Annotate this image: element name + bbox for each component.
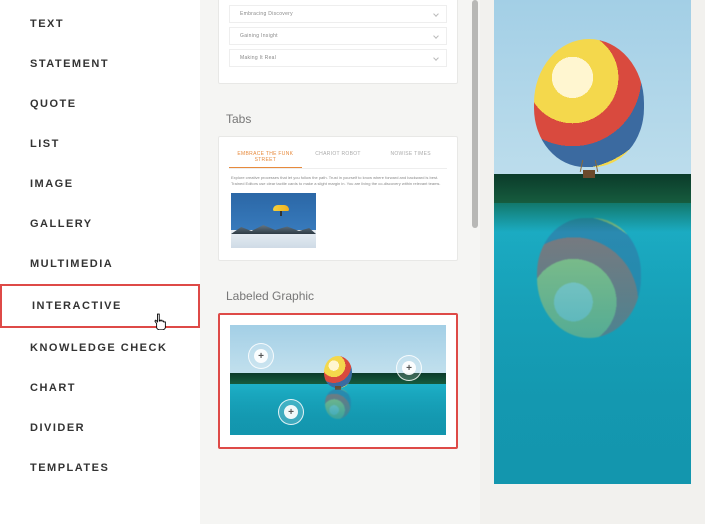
accordion-row: Making It Real (229, 49, 447, 67)
hotspot-marker (278, 399, 304, 425)
preview-hero-image (494, 0, 691, 484)
sidebar-item-chart[interactable]: CHART (0, 368, 200, 408)
sidebar-item-divider[interactable]: DIVIDER (0, 408, 200, 448)
scrollbar-thumb[interactable] (472, 0, 478, 228)
sidebar-item-statement[interactable]: STATEMENT (0, 44, 200, 84)
tab-label: EMBRACE THE FUNK STREET (229, 147, 302, 168)
sidebar-item-label: IMAGE (30, 178, 74, 190)
block-gallery: Embracing Discovery Gaining Insight Maki… (200, 0, 470, 524)
hotspot-marker (396, 355, 422, 381)
tabs-body-text: Explore creative processes that let you … (231, 175, 445, 187)
tabs-preview-image (231, 193, 316, 248)
sidebar-item-multimedia[interactable]: MULTIMEDIA (0, 244, 200, 284)
labeled-graphic-preview (230, 325, 446, 435)
tabs-preview-body: Explore creative processes that let you … (229, 169, 447, 248)
block-card-tabs[interactable]: EMBRACE THE FUNK STREET CHARIOT ROBOT NO… (218, 136, 458, 261)
balloon-icon (324, 356, 352, 388)
sidebar-item-label: GALLERY (30, 218, 93, 230)
sidebar-item-label: TEXT (30, 18, 64, 30)
section-label-labeled-graphic: Labeled Graphic (226, 289, 458, 303)
sidebar-item-text[interactable]: TEXT (0, 4, 200, 44)
sidebar-item-label: TEMPLATES (30, 462, 109, 474)
sidebar-item-gallery[interactable]: GALLERY (0, 204, 200, 244)
sidebar-item-knowledge-check[interactable]: KNOWLEDGE CHECK (0, 328, 200, 368)
preview-pane (480, 0, 705, 524)
tab-label: CHARIOT ROBOT (302, 147, 375, 168)
sidebar-item-image[interactable]: IMAGE (0, 164, 200, 204)
sidebar-item-list[interactable]: LIST (0, 124, 200, 164)
sidebar-item-label: QUOTE (30, 98, 77, 110)
hotspot-marker (248, 343, 274, 369)
sidebar: TEXT STATEMENT QUOTE LIST IMAGE GALLERY … (0, 0, 200, 524)
sidebar-item-label: STATEMENT (30, 58, 109, 70)
accordion-preview: Embracing Discovery Gaining Insight Maki… (229, 5, 447, 67)
sidebar-item-templates[interactable]: TEMPLATES (0, 448, 200, 488)
sidebar-item-label: MULTIMEDIA (30, 258, 113, 270)
paraglider-icon (273, 205, 289, 215)
accordion-row: Gaining Insight (229, 27, 447, 45)
tabs-preview-header: EMBRACE THE FUNK STREET CHARIOT ROBOT NO… (229, 147, 447, 169)
pointer-cursor-icon (154, 312, 168, 330)
sidebar-item-label: INTERACTIVE (32, 300, 122, 312)
balloon-icon (534, 39, 644, 167)
block-card-accordion[interactable]: Embracing Discovery Gaining Insight Maki… (218, 0, 458, 84)
sidebar-item-interactive[interactable]: INTERACTIVE (0, 284, 200, 328)
sidebar-item-quote[interactable]: QUOTE (0, 84, 200, 124)
sidebar-item-label: LIST (30, 138, 60, 150)
section-label-tabs: Tabs (226, 112, 458, 126)
sidebar-item-label: DIVIDER (30, 422, 85, 434)
accordion-row: Embracing Discovery (229, 5, 447, 23)
sidebar-item-label: KNOWLEDGE CHECK (30, 342, 167, 354)
block-card-labeled-graphic[interactable] (218, 313, 458, 449)
preview-gap (494, 490, 691, 510)
sidebar-item-label: CHART (30, 382, 76, 394)
tab-label: NOWISE TIMES (374, 147, 447, 168)
block-gallery-scrollbar[interactable] (470, 0, 480, 524)
